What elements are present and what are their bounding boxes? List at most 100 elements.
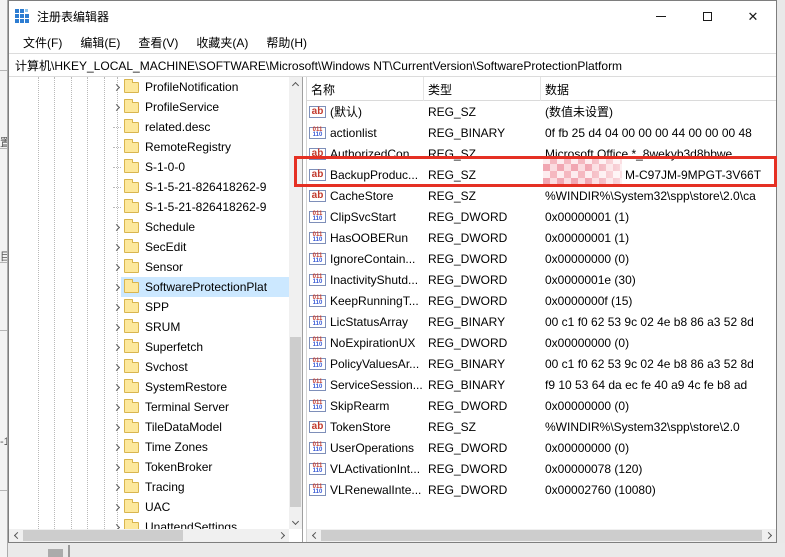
list-horizontal-scrollbar[interactable] [307,529,776,542]
registry-value-row[interactable]: InactivityShutd... REG_DWORD 0x0000001e … [307,269,776,290]
registry-value-row[interactable]: ClipSvcStart REG_DWORD 0x00000001 (1) [307,206,776,227]
tree-hscroll-thumb[interactable] [23,530,183,541]
expand-chevron-icon[interactable] [111,397,123,417]
tree-item[interactable]: Svchost [9,357,289,377]
expand-chevron-icon[interactable] [111,517,123,529]
tree-horizontal-scrollbar[interactable] [9,529,289,542]
expand-chevron-icon[interactable] [111,457,123,477]
tree-item[interactable]: related.desc [9,117,289,137]
expand-chevron-icon[interactable] [111,217,123,237]
scroll-right-icon[interactable] [763,529,776,542]
expand-chevron-icon[interactable] [111,97,123,117]
tree-item[interactable]: Schedule [9,217,289,237]
menu-item[interactable]: 收藏夹(A) [187,34,257,51]
tree-item[interactable]: SRUM [9,317,289,337]
folder-icon [124,442,139,453]
tree-item[interactable]: SystemRestore [9,377,289,397]
registry-value-row[interactable]: actionlist REG_BINARY 0f fb 25 d4 04 00 … [307,122,776,143]
scroll-right-icon[interactable] [276,529,289,542]
registry-value-row[interactable]: NoExpirationUX REG_DWORD 0x00000000 (0) [307,332,776,353]
expand-chevron-icon[interactable] [111,177,123,197]
expand-chevron-icon[interactable] [111,77,123,97]
value-name: actionlist [330,126,377,140]
tree-vertical-scrollbar[interactable] [289,77,302,529]
tree-item[interactable]: RemoteRegistry [9,137,289,157]
registry-value-row[interactable]: HasOOBERun REG_DWORD 0x00000001 (1) [307,227,776,248]
expand-chevron-icon[interactable] [111,137,123,157]
tree-item[interactable]: SPP [9,297,289,317]
registry-value-row[interactable]: TokenStore REG_SZ %WINDIR%\System32\spp\… [307,416,776,437]
expand-chevron-icon[interactable] [111,277,123,297]
tree-item[interactable]: ProfileNotification [9,77,289,97]
menu-bar: 文件(F)编辑(E)查看(V)收藏夹(A)帮助(H) [9,31,776,53]
registry-value-row[interactable]: BackupProduc... REG_SZ M-C97JM-9MPGT-3V6… [307,164,776,185]
tree-item[interactable]: SoftwareProtectionPlat [9,277,289,297]
tree-item[interactable]: TokenBroker [9,457,289,477]
maximize-icon[interactable] [684,1,730,31]
expand-chevron-icon[interactable] [111,377,123,397]
scroll-left-icon[interactable] [307,529,320,542]
tree-item[interactable]: S-1-5-21-826418262-9 [9,197,289,217]
scroll-left-icon[interactable] [9,529,22,542]
expand-chevron-icon[interactable] [111,257,123,277]
registry-value-row[interactable]: AuthorizedCon... REG_SZ Microsoft.Office… [307,143,776,164]
registry-value-row[interactable]: (默认) REG_SZ (数值未设置) [307,101,776,122]
registry-value-row[interactable]: CacheStore REG_SZ %WINDIR%\System32\spp\… [307,185,776,206]
binary-value-icon [309,274,326,286]
address-bar[interactable]: 计算机\HKEY_LOCAL_MACHINE\SOFTWARE\Microsof… [9,53,776,77]
registry-value-row[interactable]: SkipRearm REG_DWORD 0x00000000 (0) [307,395,776,416]
expand-chevron-icon[interactable] [111,197,123,217]
expand-chevron-icon[interactable] [111,237,123,257]
tree-item[interactable]: UnattendSettings [9,517,289,529]
registry-value-row[interactable]: VLActivationInt... REG_DWORD 0x00000078 … [307,458,776,479]
background-text-fragment: -1 [0,436,8,448]
tree-item[interactable]: UAC [9,497,289,517]
value-type: REG_SZ [424,147,541,161]
menu-item[interactable]: 帮助(H) [257,34,316,51]
scroll-down-icon[interactable] [289,516,302,529]
expand-chevron-icon[interactable] [111,357,123,377]
expand-chevron-icon[interactable] [111,317,123,337]
tree-item[interactable]: SecEdit [9,237,289,257]
tree-item-label: SecEdit [145,240,186,254]
expand-chevron-icon[interactable] [111,437,123,457]
expand-chevron-icon[interactable] [111,497,123,517]
registry-value-row[interactable]: VLRenewalInte... REG_DWORD 0x00002760 (1… [307,479,776,500]
registry-value-row[interactable]: UserOperations REG_DWORD 0x00000000 (0) [307,437,776,458]
expand-chevron-icon[interactable] [111,297,123,317]
value-type: REG_DWORD [424,336,541,350]
scroll-up-icon[interactable] [289,77,302,90]
tree-item[interactable]: Superfetch [9,337,289,357]
expand-chevron-icon[interactable] [111,337,123,357]
registry-value-row[interactable]: ServiceSession... REG_BINARY f9 10 53 64… [307,374,776,395]
column-header-data[interactable]: 数据 [541,77,776,101]
tree-item[interactable]: Tracing [9,477,289,497]
column-header-type[interactable]: 类型 [424,77,541,101]
tree-item[interactable]: Sensor [9,257,289,277]
close-icon[interactable]: ✕ [730,1,776,31]
expand-chevron-icon[interactable] [111,117,123,137]
tree-item[interactable]: S-1-0-0 [9,157,289,177]
expand-chevron-icon[interactable] [111,417,123,437]
expand-chevron-icon[interactable] [111,157,123,177]
tree-item[interactable]: S-1-5-21-826418262-9 [9,177,289,197]
tree-vscroll-thumb[interactable] [290,337,301,507]
expand-chevron-icon[interactable] [111,477,123,497]
menu-item[interactable]: 编辑(E) [71,34,129,51]
title-bar[interactable]: 注册表编辑器 ✕ [9,1,776,31]
minimize-icon[interactable] [638,1,684,31]
menu-item[interactable]: 文件(F) [14,34,71,51]
registry-value-row[interactable]: LicStatusArray REG_BINARY 00 c1 f0 62 53… [307,311,776,332]
tree-item[interactable]: Terminal Server [9,397,289,417]
value-name: LicStatusArray [330,315,408,329]
column-header-name[interactable]: 名称 [307,77,424,101]
registry-value-row[interactable]: IgnoreContain... REG_DWORD 0x00000000 (0… [307,248,776,269]
tree-item[interactable]: ProfileService [9,97,289,117]
registry-value-row[interactable]: PolicyValuesAr... REG_BINARY 00 c1 f0 62… [307,353,776,374]
menu-item[interactable]: 查看(V) [129,34,187,51]
tree-item[interactable]: Time Zones [9,437,289,457]
list-hscroll-thumb[interactable] [321,530,762,541]
value-name: NoExpirationUX [330,336,415,350]
registry-value-row[interactable]: KeepRunningT... REG_DWORD 0x0000000f (15… [307,290,776,311]
tree-item[interactable]: TileDataModel [9,417,289,437]
